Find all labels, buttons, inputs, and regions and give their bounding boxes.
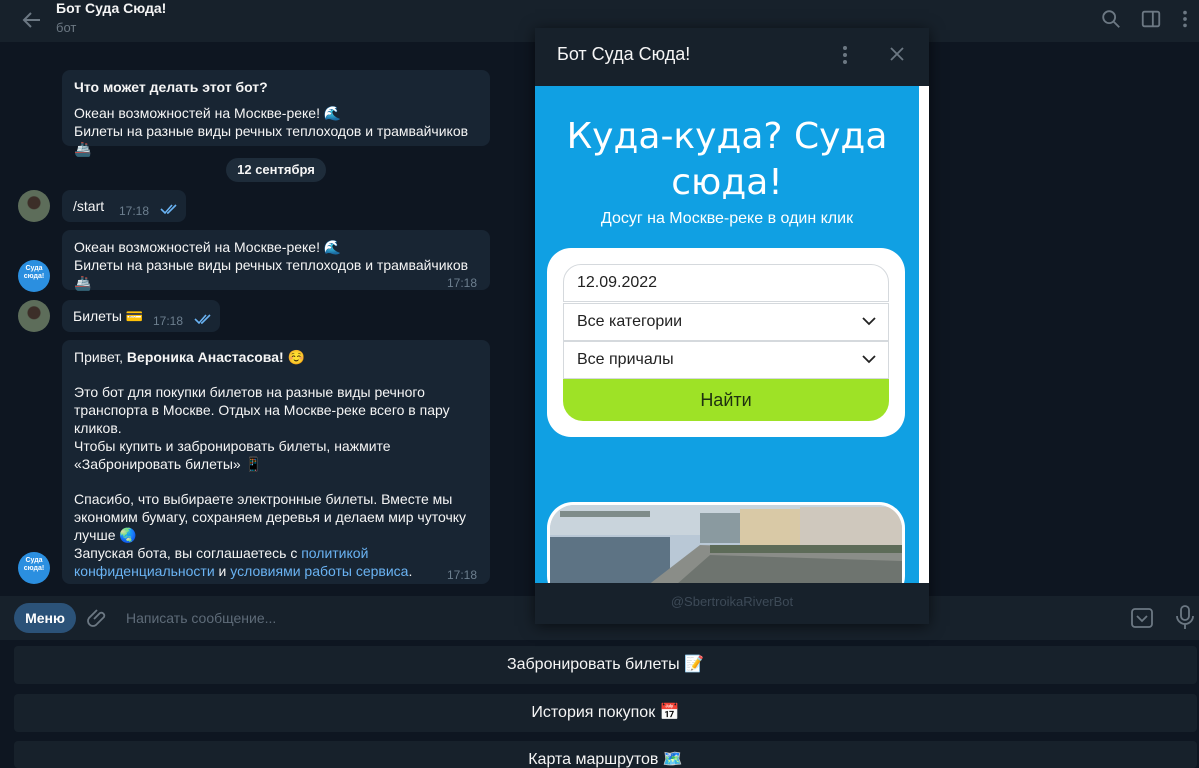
search-form: 12.09.2022 Все категории Все причалы Най…: [547, 248, 905, 437]
webapp-content[interactable]: Куда-куда? Суда сюда! Досуг на Москве-ре…: [535, 86, 919, 583]
message-text: /start: [73, 198, 105, 214]
message-time: 17:18: [447, 276, 478, 290]
more-options-icon[interactable]: [1180, 8, 1190, 30]
pier-select[interactable]: Все причалы: [563, 341, 889, 379]
intro-heading: Что может делать этот бот?: [74, 79, 268, 95]
message-time: 17:18: [447, 568, 478, 582]
message-line: Это бот для покупки билетов на разные ви…: [74, 384, 425, 400]
menu-button[interactable]: Меню: [14, 603, 76, 633]
attach-icon[interactable]: [86, 606, 110, 630]
river-photo-card[interactable]: [547, 502, 905, 583]
message-line: кликов.: [74, 420, 122, 436]
period: .: [408, 563, 413, 579]
double-check-icon: [160, 204, 177, 215]
user-avatar[interactable]: [18, 190, 50, 222]
incoming-message: Океан возможностей на Москве-реке! 🌊 Бил…: [62, 230, 490, 291]
chevron-down-icon: [862, 317, 876, 326]
pier-select-value: Все причалы: [577, 351, 674, 368]
bot-username: @SbertroikaRiverBot: [670, 594, 794, 609]
keyboard-toggle-icon[interactable]: [1130, 606, 1154, 630]
date-field[interactable]: 12.09.2022: [563, 264, 889, 302]
conjunction: и: [214, 563, 231, 579]
message-line: лучше 🌏: [74, 527, 137, 543]
double-check-icon: [194, 314, 211, 325]
more-options-icon[interactable]: [835, 44, 855, 66]
greeting-emoji: ☺️: [283, 349, 305, 365]
consent-prefix: Запуская бота, вы соглашаетесь с: [74, 545, 302, 561]
message-line: экономим бумагу, сохраняем деревья и дел…: [74, 509, 467, 525]
sidebar-toggle-icon[interactable]: [1140, 8, 1162, 30]
popup-title: Бот Суда Сюда!: [557, 44, 691, 64]
outgoing-message: Билеты 💳 17:18: [62, 300, 220, 332]
date-separator: 12 сентября: [226, 158, 326, 182]
bot-avatar-text: Суда сюда!: [23, 557, 45, 572]
microphone-icon[interactable]: [1174, 604, 1196, 630]
message-line: Билеты на разные виды речных теплоходов …: [74, 257, 469, 291]
webapp-scrollbar[interactable]: [919, 86, 929, 583]
webapp-popup: Бот Суда Сюда! Куда-куда? Суда сюда! Дос…: [535, 28, 929, 624]
back-arrow-icon[interactable]: [20, 8, 44, 32]
message-line: «Забронировать билеты» 📱: [74, 456, 263, 472]
greeting-prefix: Привет,: [74, 349, 127, 365]
greeting-line: Привет, Вероника Анастасова! ☺️: [74, 348, 478, 366]
welcome-message: Привет, Вероника Анастасова! ☺️ Это бот …: [62, 340, 490, 584]
message-time: 17:18: [119, 204, 150, 218]
bot-avatar[interactable]: Суда сюда!: [18, 260, 50, 292]
category-select-value: Все категории: [577, 313, 683, 330]
message-line: Запуская бота, вы соглашаетесь с политик…: [74, 544, 478, 562]
close-icon[interactable]: [887, 44, 907, 64]
intro-line: Океан возможностей на Москве-реке! 🌊: [74, 105, 342, 121]
book-tickets-button[interactable]: Забронировать билеты 📝: [14, 646, 1197, 684]
bot-avatar[interactable]: Суда сюда!: [18, 552, 50, 584]
river-embankment-photo: [550, 505, 902, 583]
bot-avatar-text: Суда сюда!: [23, 265, 45, 280]
chevron-down-icon: [862, 355, 876, 364]
privacy-policy-link[interactable]: конфиденциальности: [74, 563, 215, 579]
terms-of-service-link[interactable]: условиями работы сервиса: [230, 563, 408, 579]
message-line: Спасибо, что выбираете электронные билет…: [74, 491, 453, 507]
message-time: 17:18: [153, 314, 184, 328]
message-line: конфиденциальности и условиями работы се…: [74, 562, 478, 580]
message-line: Чтобы купить и забронировать билеты, наж…: [74, 438, 391, 454]
category-select[interactable]: Все категории: [563, 303, 889, 341]
message-line: Океан возможностей на Москве-реке! 🌊: [74, 239, 342, 255]
search-icon[interactable]: [1100, 8, 1122, 30]
hero-title-line: сюда!: [671, 162, 783, 203]
user-name: Вероника Анастасова!: [126, 349, 284, 365]
message-text: Билеты 💳: [73, 308, 144, 324]
bot-intro-bubble: Что может делать этот бот? Океан возможн…: [62, 70, 490, 157]
chat-subtitle: бот: [56, 20, 77, 35]
hero-title-line: Куда-куда? Суда: [566, 116, 888, 157]
search-button[interactable]: Найти: [563, 379, 889, 421]
user-avatar[interactable]: [18, 300, 50, 332]
purchase-history-button[interactable]: История покупок 📅: [14, 694, 1197, 732]
chat-title[interactable]: Бот Суда Сюда!: [56, 0, 166, 16]
message-line: транспорта в Москве. Отдых на Москве-рек…: [74, 402, 450, 418]
privacy-policy-link[interactable]: политикой: [301, 545, 368, 561]
intro-line: Билеты на разные виды речных теплоходов …: [74, 123, 469, 157]
hero-title: Куда-куда? Суда сюда!: [535, 114, 919, 206]
hero-subtitle: Досуг на Москве-реке в один клик: [600, 210, 854, 227]
outgoing-message: /start 17:18: [62, 190, 186, 222]
route-map-button[interactable]: Карта маршрутов 🗺️: [14, 741, 1197, 768]
